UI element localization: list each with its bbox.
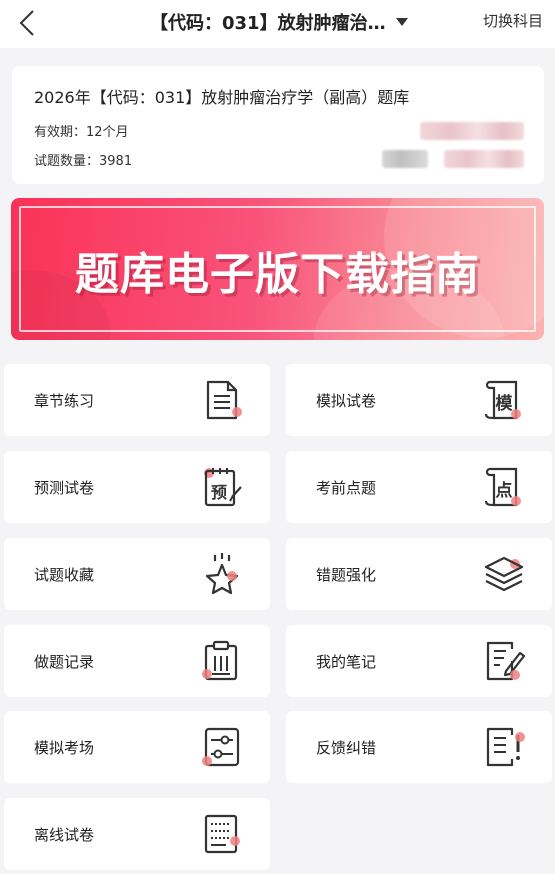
- star-icon: [200, 552, 244, 596]
- menu-item-feedback[interactable]: 反馈纠错: [286, 711, 552, 783]
- menu-item-my-notes[interactable]: 我的笔记: [286, 625, 552, 697]
- notepad-yu-icon: 预: [200, 465, 244, 509]
- menu-item-label: 错题强化: [316, 566, 377, 584]
- download-guide-banner[interactable]: 题库电子版下载指南: [11, 198, 544, 340]
- feedback-icon: [482, 725, 526, 769]
- blurred-info: [420, 122, 524, 140]
- svg-text:点: 点: [496, 480, 513, 501]
- blurred-info: [444, 150, 524, 168]
- menu-item-offline-paper[interactable]: 离线试卷: [4, 798, 270, 870]
- switch-subject-button[interactable]: 切换科目: [483, 10, 543, 31]
- caret-down-icon: [395, 18, 408, 26]
- menu-item-chapter-practice[interactable]: 章节练习: [4, 364, 270, 436]
- sliders-icon: [200, 725, 244, 769]
- svg-text:预: 预: [211, 483, 227, 502]
- scroll-mo-icon: 模: [482, 378, 526, 422]
- menu-item-mock-exam[interactable]: 模拟试卷 模: [286, 364, 552, 436]
- question-count-text: 试题数量：3981: [34, 154, 133, 169]
- menu-item-label: 离线试卷: [34, 826, 95, 844]
- menu-item-label: 考前点题: [316, 479, 377, 497]
- menu-item-label: 预测试卷: [34, 479, 95, 497]
- banner-text: 题库电子版下载指南: [75, 249, 480, 300]
- menu-item-mock-exam-room[interactable]: 模拟考场: [4, 711, 270, 783]
- menu-item-label: 模拟试卷: [316, 392, 377, 410]
- note-pencil-icon: [482, 639, 526, 683]
- layers-icon: [482, 552, 526, 596]
- menu-item-label: 做题记录: [34, 653, 95, 671]
- document-lines-icon: [200, 378, 244, 422]
- chevron-left-icon: [19, 10, 34, 36]
- menu-item-label: 反馈纠错: [316, 739, 377, 757]
- menu-item-label: 章节练习: [34, 392, 95, 410]
- page-title: 【代码：031】放射肿瘤治…: [150, 13, 386, 34]
- clipboard-icon: [200, 639, 244, 683]
- menu-item-pre-exam-tips[interactable]: 考前点题 点: [286, 451, 552, 523]
- validity-text: 有效期：12个月: [34, 125, 129, 140]
- top-bar: 【代码：031】放射肿瘤治… 切换科目: [0, 0, 555, 48]
- menu-item-predict-exam[interactable]: 预测试卷 预: [4, 451, 270, 523]
- menu-item-label: 试题收藏: [34, 566, 95, 584]
- svg-text:模: 模: [496, 393, 514, 414]
- bank-title: 2026年【代码：031】放射肿瘤治疗学（副高）题库: [34, 88, 410, 107]
- subject-dropdown[interactable]: 【代码：031】放射肿瘤治…: [150, 8, 408, 36]
- back-button[interactable]: [14, 6, 40, 40]
- menu-item-mistake-review[interactable]: 错题强化: [286, 538, 552, 610]
- menu-item-favorites[interactable]: 试题收藏: [4, 538, 270, 610]
- blurred-info: [382, 150, 428, 168]
- bank-info-card: 2026年【代码：031】放射肿瘤治疗学（副高）题库 有效期：12个月 试题数量…: [12, 66, 544, 184]
- scroll-dian-icon: 点: [482, 465, 526, 509]
- menu-item-practice-history[interactable]: 做题记录: [4, 625, 270, 697]
- menu-item-label: 模拟考场: [34, 739, 95, 757]
- offline-paper-icon: [200, 812, 244, 856]
- menu-item-label: 我的笔记: [316, 653, 377, 671]
